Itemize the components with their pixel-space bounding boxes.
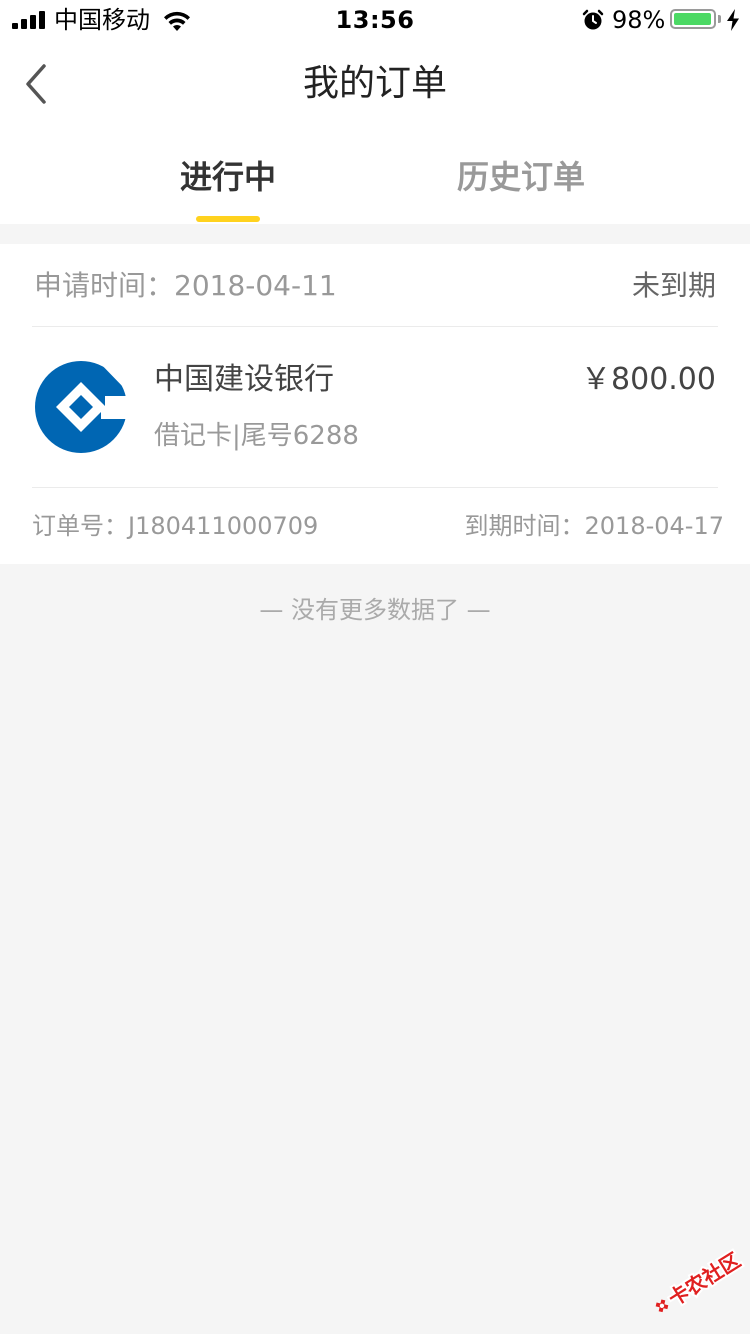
- alarm-icon: [582, 9, 604, 30]
- divider: [32, 326, 718, 327]
- order-tabs: 进行中 历史订单: [0, 130, 750, 224]
- order-status: 未到期: [631, 269, 716, 302]
- due-time: 到期时间：2018-04-17: [464, 512, 724, 540]
- battery-tip: [718, 15, 721, 23]
- battery-icon: [670, 9, 716, 29]
- bank-name: 中国建设银行: [154, 362, 334, 397]
- status-bar: 中国移动 13:56 98%: [0, 0, 750, 40]
- no-more-data-text: — 没有更多数据了 —: [259, 596, 491, 624]
- charging-bolt-icon: [727, 9, 739, 31]
- card-info: 借记卡|尾号6288: [154, 421, 359, 451]
- nav-bar: 我的订单: [0, 40, 750, 128]
- order-number: 订单号：J180411000709: [32, 512, 319, 540]
- order-amount: ￥800.00: [581, 362, 716, 397]
- active-tab-indicator: [196, 216, 260, 222]
- battery-level: [674, 13, 711, 25]
- divider: [32, 487, 718, 488]
- tab-in-progress[interactable]: 进行中: [128, 130, 328, 224]
- watermark-logo: 卡农社区 卡农社区: [655, 1246, 746, 1313]
- order-card[interactable]: 申请时间：2018-04-11 未到期 中国建设银行 借记卡|尾号6288 ￥8…: [0, 244, 750, 564]
- chevron-left-icon: [26, 64, 46, 104]
- tab-history-orders[interactable]: 历史订单: [421, 130, 621, 224]
- ccb-bank-logo-icon: [35, 358, 127, 453]
- battery-percent: 98%: [612, 6, 666, 34]
- apply-time: 申请时间：2018-04-11: [34, 269, 337, 302]
- watermark-text: 卡农社区: [664, 1248, 745, 1311]
- page-title: 我的订单: [302, 63, 447, 104]
- back-button[interactable]: [14, 58, 58, 110]
